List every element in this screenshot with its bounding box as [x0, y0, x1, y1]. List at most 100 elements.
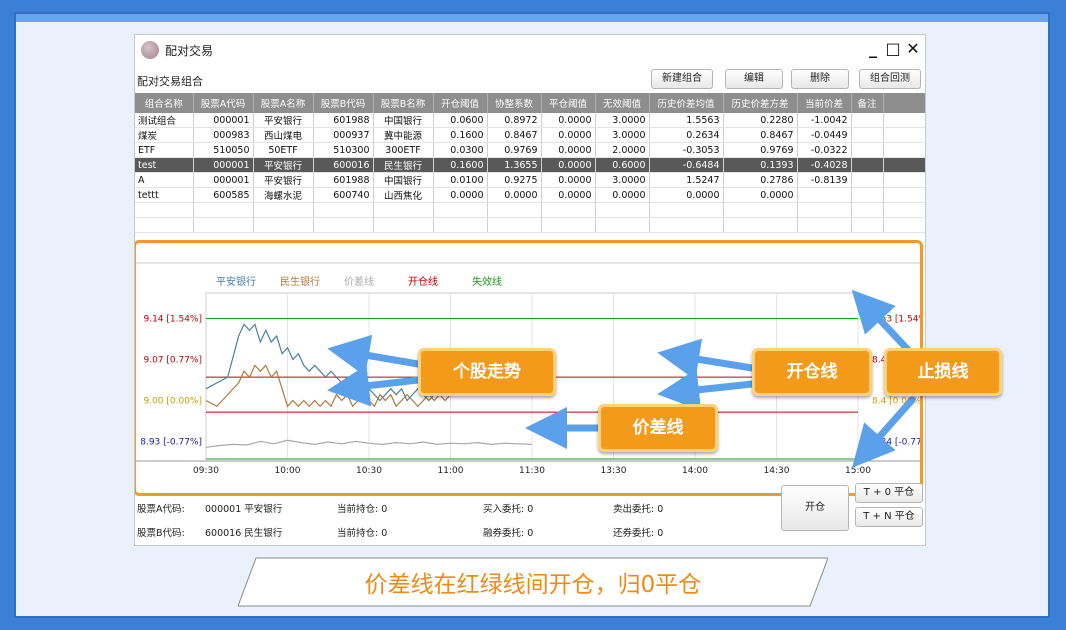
y-tick-right: 8.53 [1.54%] — [872, 315, 920, 325]
column-header[interactable]: 备注 — [851, 93, 884, 113]
holdA-text: 当前持仓: 0 — [337, 504, 388, 515]
table-cell: 0.1600 — [433, 127, 488, 144]
stockB-label: 股票B代码: — [137, 528, 185, 539]
table-cell — [851, 113, 884, 129]
table-cell: 3.0000 — [595, 172, 650, 189]
column-header[interactable]: 平仓阈值 — [541, 93, 596, 113]
table-cell: 0.0000 — [541, 172, 596, 189]
app-icon — [141, 41, 159, 59]
column-header[interactable]: 股票A名称 — [253, 93, 314, 113]
stockA-label: 股票A代码: — [137, 504, 185, 515]
table-cell: -1.0042 — [797, 113, 852, 129]
table-cell — [313, 202, 374, 218]
table-cell: 0.0600 — [433, 113, 488, 129]
table-row[interactable]: test 000001 平安银行 600016 民生银行 0.1600 1.3655 0.00… — [135, 157, 925, 174]
table-row[interactable]: A 000001 平安银行 601988 中国银行 0.0100 0.9275 0.0000 3… — [135, 172, 925, 189]
table-row[interactable]: 煤炭 000983 西山煤电 000937 冀中能源 0.1600 0.8467 0.0000… — [135, 127, 925, 144]
table-cell: -0.6484 — [649, 157, 724, 174]
column-header[interactable]: 无效阈值 — [595, 93, 650, 113]
column-header[interactable]: 开仓阈值 — [433, 93, 488, 113]
table-cell: 0.0000 — [541, 187, 596, 204]
edit-button[interactable]: 编辑 — [725, 69, 783, 89]
table-cell: 510050 — [193, 142, 254, 159]
pair-trading-window: 配对交易 _ □ ✕ 配对交易组合 新建组合 编辑 删除 组合回测 组合名称 股票… — [134, 34, 926, 546]
table-cell: test — [135, 157, 194, 174]
table-cell: 0.2280 — [723, 113, 798, 129]
column-header-filler — [883, 93, 925, 113]
table-cell — [135, 202, 194, 218]
table-cell — [487, 217, 542, 233]
table-cell: 煤炭 — [135, 127, 194, 144]
table-cell: 测试组合 — [135, 113, 194, 129]
new-combo-button[interactable]: 新建组合 — [651, 69, 713, 89]
table-row[interactable]: 测试组合 000001 平安银行 601988 中国银行 0.0600 0.8972 0.00… — [135, 113, 925, 129]
table-cell: 0.0000 — [541, 142, 596, 159]
tn-close-button[interactable]: T + N 平仓 — [855, 507, 923, 527]
column-header[interactable]: 当前价差 — [797, 93, 852, 113]
table-cell: 0.6000 — [595, 157, 650, 174]
titlebar: 配对交易 _ □ ✕ — [135, 35, 925, 65]
close-button[interactable]: ✕ — [905, 39, 921, 59]
column-header[interactable]: 股票B名称 — [373, 93, 434, 113]
table-cell — [649, 202, 724, 218]
table-cell: -0.4028 — [797, 157, 852, 174]
x-tick-label: 09:30 — [193, 466, 219, 476]
legend-item: 开仓线 — [408, 275, 438, 288]
open-position-button[interactable]: 开仓 — [781, 485, 849, 531]
table-cell — [433, 217, 488, 233]
column-header[interactable]: 协整系数 — [487, 93, 542, 113]
table-cell — [433, 202, 488, 218]
table-cell — [851, 202, 884, 218]
stockA-value: 000001 平安银行 — [205, 504, 283, 515]
column-header[interactable]: 股票B代码 — [313, 93, 374, 113]
table-cell — [373, 202, 434, 218]
table-cell-filler — [883, 172, 925, 189]
table-cell — [797, 217, 852, 233]
table-cell — [595, 217, 650, 233]
table-cell: 1.5247 — [649, 172, 724, 189]
column-header[interactable]: 历史价差方差 — [723, 93, 798, 113]
table-cell — [649, 217, 724, 233]
minimize-button[interactable]: _ — [865, 39, 881, 59]
table-cell: -0.8139 — [797, 172, 852, 189]
table-cell: 3.0000 — [595, 127, 650, 144]
table-cell: 0.0300 — [433, 142, 488, 159]
delete-button[interactable]: 删除 — [791, 69, 849, 89]
table-cell: 平安银行 — [253, 172, 314, 189]
table-row-empty — [135, 202, 925, 218]
table-row[interactable]: ETF 510050 50ETF 510300 300ETF 0.0300 0.9769 0.… — [135, 142, 925, 159]
table-cell: 0.0000 — [723, 187, 798, 204]
table-cell — [851, 172, 884, 189]
legend-item: 价差线 — [344, 275, 374, 288]
table-cell: 平安银行 — [253, 113, 314, 129]
table-cell: 600585 — [193, 187, 254, 204]
table-cell: 0.0000 — [487, 187, 542, 204]
x-tick-label: 11:30 — [519, 466, 545, 476]
table-cell: 中国银行 — [373, 113, 434, 129]
table-cell — [253, 217, 314, 233]
table-cell — [851, 187, 884, 204]
table-cell — [253, 202, 314, 218]
column-header[interactable]: 组合名称 — [135, 93, 194, 113]
table-cell — [193, 202, 254, 218]
column-header[interactable]: 股票A代码 — [193, 93, 254, 113]
backtest-button[interactable]: 组合回测 — [859, 69, 921, 89]
caption-text: 价差线在红绿线间开仓，归0平仓 — [364, 572, 702, 598]
t0-close-button[interactable]: T + 0 平仓 — [855, 483, 923, 503]
table-cell — [723, 202, 798, 218]
table-cell: 海螺水泥 — [253, 187, 314, 204]
table-cell: 0.1393 — [723, 157, 798, 174]
table-cell — [723, 217, 798, 233]
table-cell: 300ETF — [373, 142, 434, 159]
y-tick-left: 9.14 [1.54%] — [143, 315, 202, 325]
table-cell — [883, 202, 925, 218]
table-cell: 50ETF — [253, 142, 314, 159]
maximize-button[interactable]: □ — [885, 39, 901, 59]
holdB-text: 当前持仓: 0 — [337, 528, 388, 539]
column-header[interactable]: 历史价差均值 — [649, 93, 724, 113]
table-cell: tettt — [135, 187, 194, 204]
table-cell — [193, 217, 254, 233]
table-row-empty — [135, 217, 925, 233]
table-row[interactable]: tettt 600585 海螺水泥 600740 山西焦化 0.0000 0.0000 0.0… — [135, 187, 925, 204]
table-cell: 0.0000 — [541, 113, 596, 129]
